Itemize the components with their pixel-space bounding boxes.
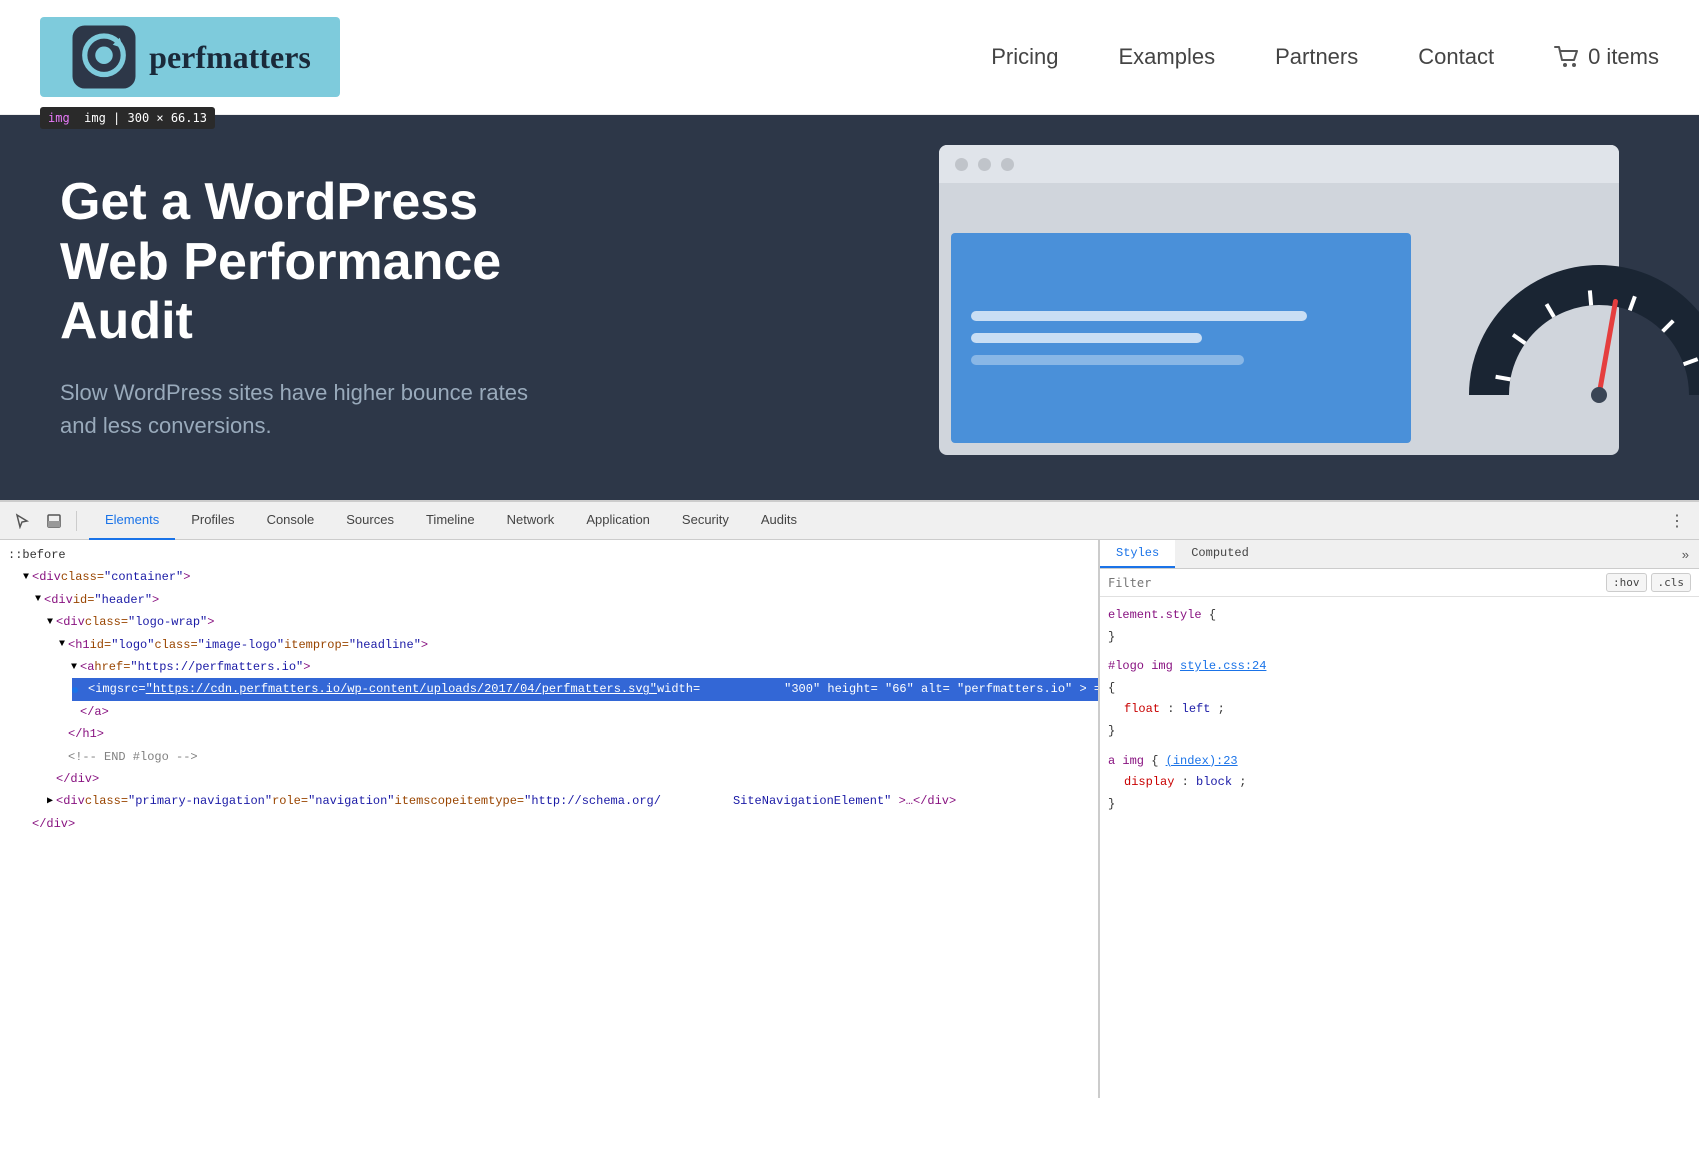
elements-before-pseudo: ::before xyxy=(0,544,1098,566)
elements-line-container: ▼ <div class= "container" > xyxy=(12,566,1098,588)
browser-dot-3 xyxy=(1001,158,1014,171)
tab-elements[interactable]: Elements xyxy=(89,502,175,540)
elements-line-h1: ▼ <h1 id= "logo" class= "image-logo" ite… xyxy=(48,634,1098,656)
styles-hov-btn[interactable]: :hov xyxy=(1606,573,1647,592)
elements-dot xyxy=(72,687,78,693)
blue-line-1 xyxy=(971,311,1307,321)
img-tooltip: img img | 300 × 66.13 xyxy=(40,107,215,129)
styles-tab-computed[interactable]: Computed xyxy=(1175,540,1265,568)
style-rule-logo-img: #logo img style.css:24 { float : left ; … xyxy=(1108,656,1691,742)
devtools-more-btn[interactable]: ⋮ xyxy=(1663,507,1691,535)
elements-line-close-a: </a> xyxy=(60,701,1098,723)
elements-line-close-logowrap: </div> xyxy=(36,768,1098,790)
tab-timeline[interactable]: Timeline xyxy=(410,502,491,540)
elements-line-anchor: ▼ <a href= "https://perfmatters.io" > xyxy=(60,656,1098,678)
style-link-2[interactable]: (index):23 xyxy=(1166,754,1238,768)
elements-line-close-h1: </h1> xyxy=(48,723,1098,745)
site-header: perfmatters img img | 300 × 66.13 Pricin… xyxy=(0,0,1699,115)
speedometer-graphic xyxy=(1459,195,1619,455)
logo-area: perfmatters img img | 300 × 66.13 xyxy=(40,17,340,97)
devtools-panel: Elements Profiles Console Sources Timeli… xyxy=(0,500,1699,1098)
browser-blue-area xyxy=(951,233,1411,443)
logo-icon: perfmatters xyxy=(69,22,311,92)
logo-svg-icon xyxy=(69,22,139,92)
blue-line-2 xyxy=(971,333,1202,343)
styles-filter: :hov .cls xyxy=(1100,569,1699,597)
styles-tab-styles[interactable]: Styles xyxy=(1100,540,1175,568)
cart-label: 0 items xyxy=(1588,44,1659,70)
browser-titlebar xyxy=(939,145,1619,183)
elements-line-logowrap: ▼ <div class= "logo-wrap" > xyxy=(36,611,1098,633)
styles-content: element.style { } #logo img style.css:24… xyxy=(1100,597,1699,1098)
cart-item[interactable]: 0 items xyxy=(1554,44,1659,70)
style-rule-a-img: a img { (index):23 display : block ; } xyxy=(1108,751,1691,816)
styles-panel: Styles Computed » :hov .cls element.styl… xyxy=(1099,540,1699,1098)
browser-content xyxy=(939,183,1619,455)
blue-line-3 xyxy=(971,355,1244,365)
nav-item-pricing[interactable]: Pricing xyxy=(991,44,1058,70)
tab-console[interactable]: Console xyxy=(251,502,331,540)
tooltip-dimensions: img | 300 × 66.13 xyxy=(84,111,207,125)
devtools-body: ::before ▼ <div class= "container" > ▼ <… xyxy=(0,540,1699,1098)
browser-mockup xyxy=(939,145,1619,455)
hero-graphic xyxy=(939,145,1639,465)
style-link-1[interactable]: style.css:24 xyxy=(1180,659,1266,673)
cursor-icon xyxy=(14,513,30,529)
elements-panel[interactable]: ::before ▼ <div class= "container" > ▼ <… xyxy=(0,540,1099,1098)
logo-box: perfmatters img img | 300 × 66.13 xyxy=(40,17,340,97)
nav-item-partners[interactable]: Partners xyxy=(1275,44,1358,70)
styles-cls-btn[interactable]: .cls xyxy=(1651,573,1692,592)
logo-text: perfmatters xyxy=(149,39,311,76)
hero-title: Get a WordPress Web Performance Audit xyxy=(60,173,560,352)
styles-tabs: Styles Computed » xyxy=(1100,540,1699,569)
styles-chevron-btn[interactable]: » xyxy=(1672,540,1699,568)
elements-line-close-div: </div> xyxy=(24,813,1098,835)
elements-line-header: ▼ <div id= "header" > xyxy=(24,589,1098,611)
dock-icon xyxy=(46,513,62,529)
devtools-dock-btn[interactable] xyxy=(40,507,68,535)
styles-filter-btns: :hov .cls xyxy=(1606,573,1691,592)
hero-subtitle: Slow WordPress sites have higher bounce … xyxy=(60,376,560,442)
nav-item-examples[interactable]: Examples xyxy=(1119,44,1216,70)
devtools-cursor-btn[interactable] xyxy=(8,507,36,535)
hero-section: Get a WordPress Web Performance Audit Sl… xyxy=(0,115,1699,500)
style-rule-element: element.style { } xyxy=(1108,605,1691,648)
browser-dot-2 xyxy=(978,158,991,171)
tab-security[interactable]: Security xyxy=(666,502,745,540)
tab-application[interactable]: Application xyxy=(570,502,666,540)
nav-item-contact[interactable]: Contact xyxy=(1418,44,1494,70)
tab-sources[interactable]: Sources xyxy=(330,502,410,540)
browser-dot-1 xyxy=(955,158,968,171)
devtools-tabs: Elements Profiles Console Sources Timeli… xyxy=(89,502,813,540)
devtools-toolbar: Elements Profiles Console Sources Timeli… xyxy=(0,502,1699,540)
styles-filter-input[interactable] xyxy=(1108,576,1598,590)
hero-text: Get a WordPress Web Performance Audit Sl… xyxy=(60,173,560,442)
tab-audits[interactable]: Audits xyxy=(745,502,813,540)
devtools-sep xyxy=(76,511,77,531)
nav-menu: Pricing Examples Partners Contact 0 item… xyxy=(991,44,1659,70)
elements-line-img[interactable]: <img src= "https://cdn.perfmatters.io/wp… xyxy=(72,678,1098,700)
style-prop-display: display : block ; xyxy=(1124,772,1691,794)
style-prop-float: float : left ; xyxy=(1124,699,1691,721)
tab-network[interactable]: Network xyxy=(491,502,571,540)
elements-line-comment: <!-- END #logo --> xyxy=(48,746,1098,768)
elements-line-primary-nav: ▶ <div class= "primary-navigation" role=… xyxy=(36,790,1098,812)
cart-icon xyxy=(1554,46,1580,68)
tab-profiles[interactable]: Profiles xyxy=(175,502,250,540)
tooltip-tag: img xyxy=(48,111,70,125)
